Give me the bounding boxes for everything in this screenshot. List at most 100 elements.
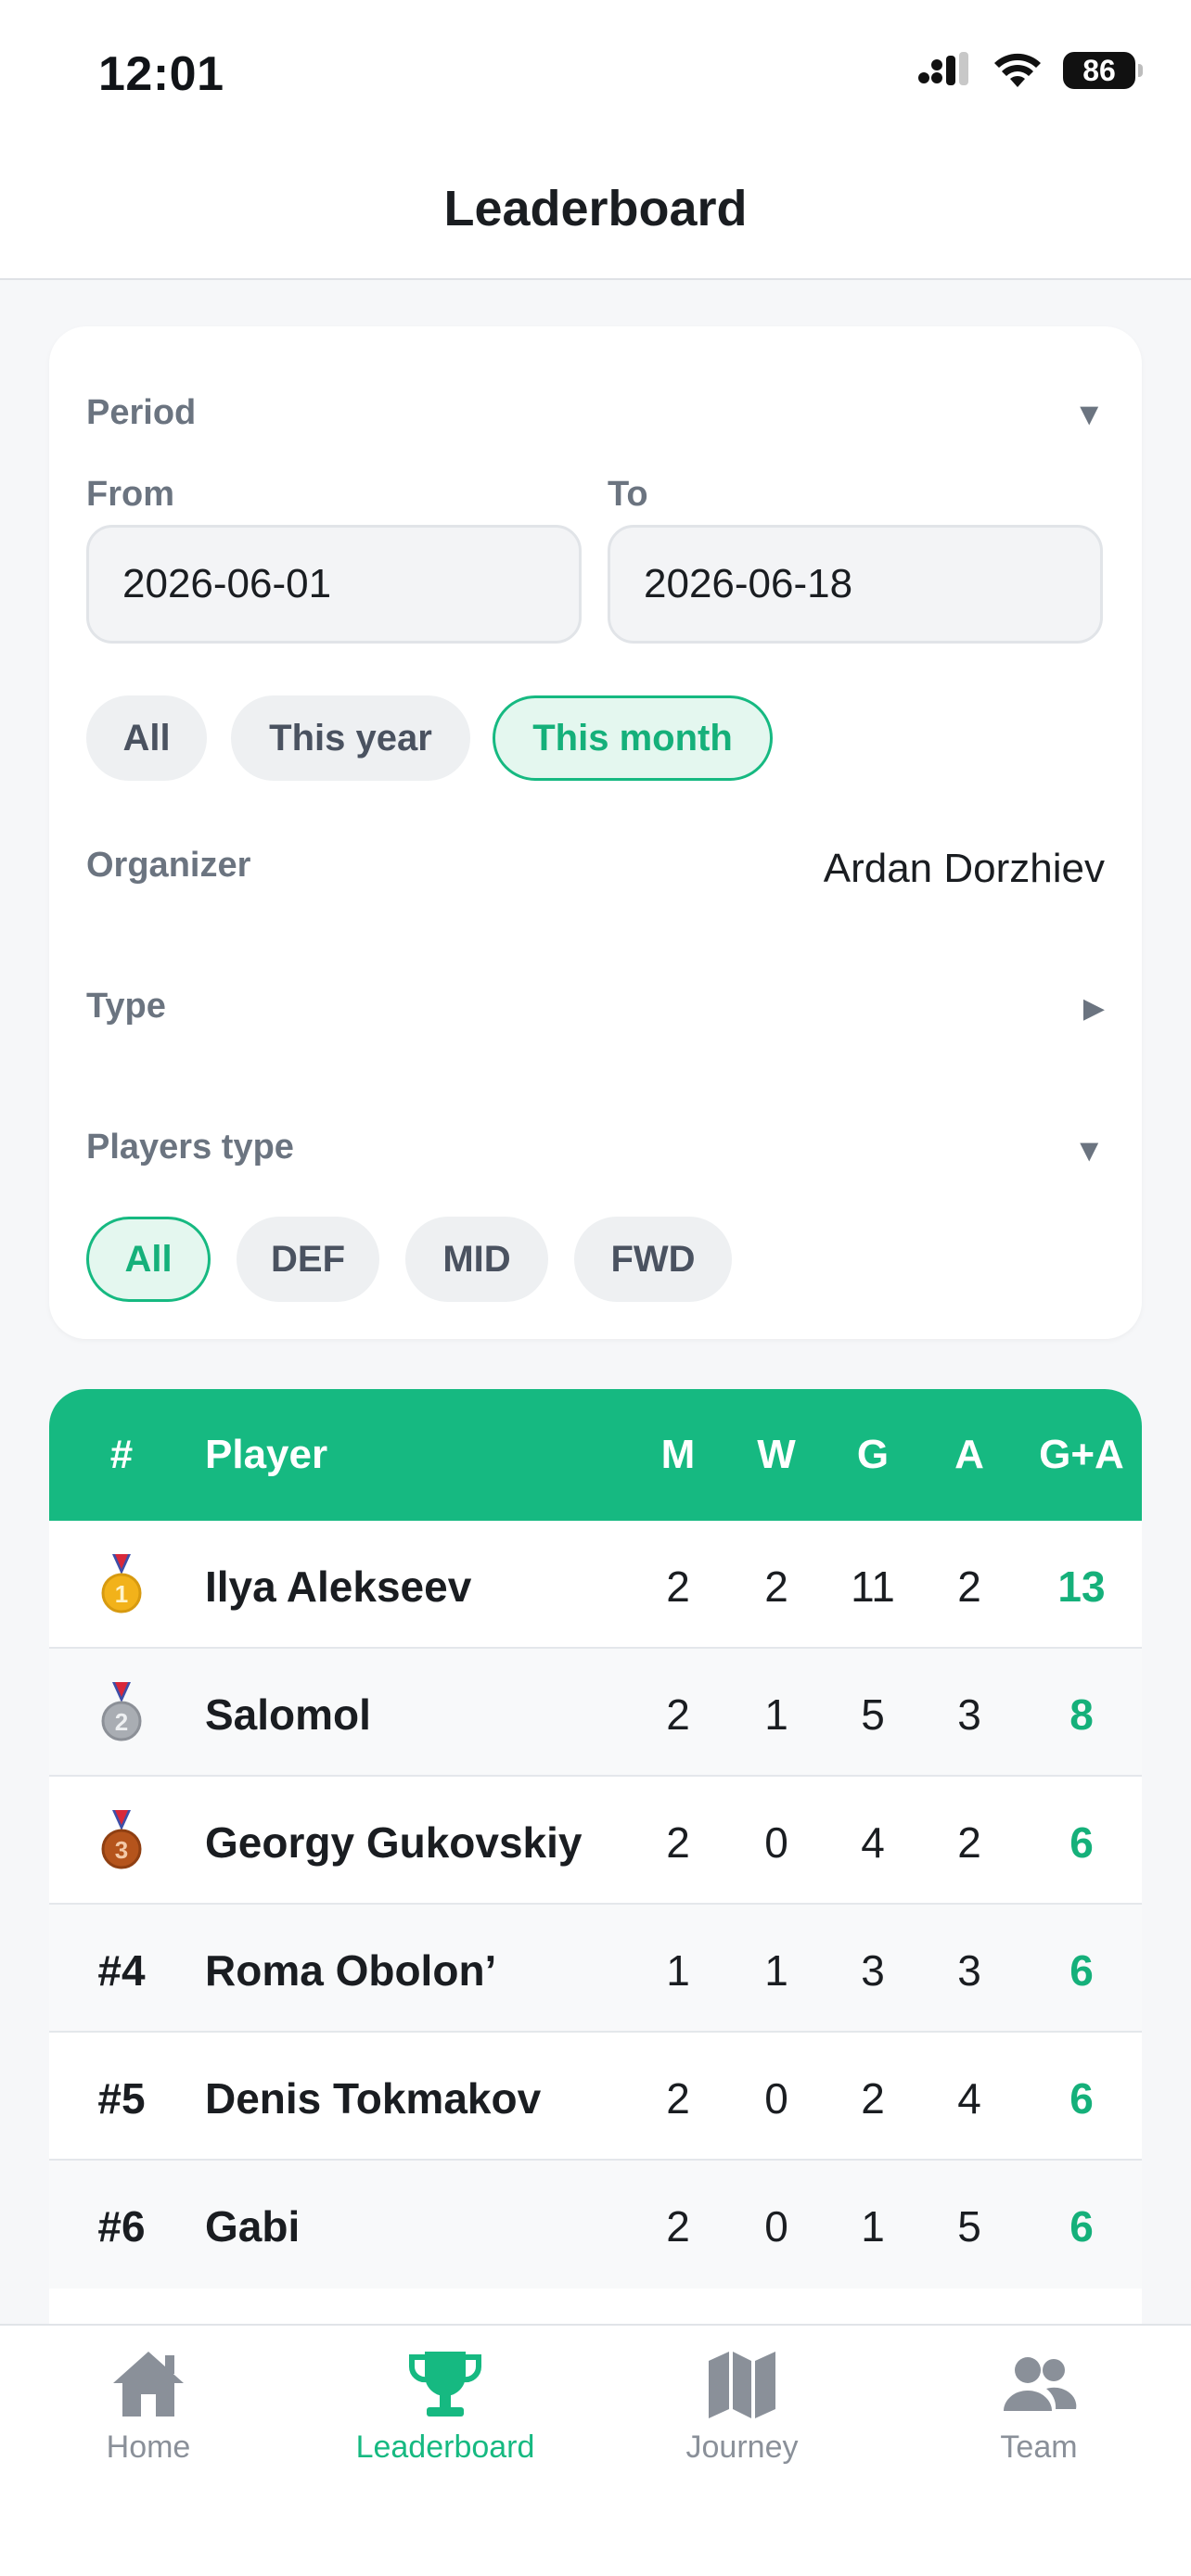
to-date-value: 2026-06-18	[644, 561, 853, 606]
player-name: Roma Obolon’	[205, 1946, 497, 1995]
cell-goals: 4	[861, 1818, 885, 1867]
header-goals-assists: G+A	[1039, 1432, 1124, 1477]
tab-team-label: Team	[1000, 2429, 1078, 2465]
cell-matches: 2	[666, 1562, 690, 1611]
period-chip-this-month[interactable]: This month	[493, 695, 773, 781]
table-row[interactable]: #4 Roma Obolon’ 1 1 3 3 6	[49, 1905, 1142, 2033]
table-row[interactable]: 2 Salomol 2 1 5 3 8	[49, 1649, 1142, 1777]
type-label: Type	[86, 987, 166, 1026]
trophy-icon	[408, 2352, 482, 2417]
cell-assists: 3	[957, 1690, 981, 1739]
organizer-label: Organizer	[86, 846, 251, 885]
cell-goals-assists: 8	[1069, 1690, 1094, 1739]
gold-medal-icon: 1	[101, 1554, 142, 1613]
players-type-label: Players type	[86, 1128, 294, 1167]
from-date-field[interactable]: 2026-06-01	[86, 525, 582, 644]
tab-home-label: Home	[106, 2429, 191, 2465]
table-row[interactable]: 1 Ilya Alekseev 2 2 11 2 13	[49, 1521, 1142, 1649]
svg-text:3: 3	[115, 1836, 128, 1864]
tab-leaderboard[interactable]: Leaderboard	[297, 2348, 594, 2466]
wifi-icon	[994, 53, 1041, 87]
player-name: Gabi	[205, 2202, 301, 2251]
cell-goals-assists: 6	[1069, 2074, 1094, 2123]
tab-journey-label: Journey	[685, 2429, 799, 2465]
table-header: # Player M W G A G+A	[49, 1389, 1142, 1521]
table-row[interactable]: #5 Denis Tokmakov 2 0 2 4 6	[49, 2033, 1142, 2161]
battery-level: 86	[1082, 53, 1116, 87]
cell-goals: 5	[861, 1690, 885, 1739]
tab-home[interactable]: Home	[0, 2348, 297, 2466]
period-collapse-caret-icon[interactable]: ▼	[1073, 397, 1105, 433]
cell-goals: 11	[851, 1562, 895, 1611]
cell-assists: 4	[957, 2074, 981, 2123]
header-matches: M	[660, 1432, 696, 1477]
cell-goals-assists: 6	[1069, 2202, 1094, 2251]
cell-wins: 0	[764, 2202, 788, 2251]
tab-bar: Home Leaderboard Journey Team	[0, 2324, 1191, 2576]
tab-leaderboard-label: Leaderboard	[355, 2429, 535, 2465]
battery-icon: 86	[1063, 52, 1143, 89]
cell-matches: 1	[666, 1946, 690, 1995]
players-type-collapse-caret-icon[interactable]: ▼	[1073, 1133, 1105, 1169]
to-date-field[interactable]: 2026-06-18	[608, 525, 1103, 644]
players-chip-all[interactable]: All	[86, 1217, 211, 1302]
cell-goals: 1	[861, 2202, 885, 2251]
team-icon	[1004, 2357, 1077, 2411]
rank-label: #4	[97, 1946, 146, 1995]
player-name: Georgy Gukovskiy	[205, 1818, 583, 1867]
cell-goals: 2	[861, 2074, 885, 2123]
nav-bar: Leaderboard	[0, 139, 1191, 280]
svg-text:2: 2	[115, 1708, 128, 1736]
status-time: 12:01	[98, 47, 224, 101]
period-chip-all[interactable]: All	[86, 695, 207, 781]
cell-goals: 3	[861, 1946, 885, 1995]
period-chip-this-year[interactable]: This year	[231, 695, 470, 781]
cell-goals-assists: 6	[1069, 1946, 1094, 1995]
period-label: Period	[86, 393, 197, 432]
table-row[interactable]: 3 Georgy Gukovskiy 2 0 4 2 6	[49, 1777, 1142, 1905]
type-expand-caret-icon[interactable]: ▶	[1083, 992, 1105, 1025]
status-icons: 86	[916, 52, 1143, 89]
header-player: Player	[205, 1432, 328, 1477]
cell-assists: 5	[957, 2202, 981, 2251]
silver-medal-icon: 2	[101, 1682, 142, 1741]
cell-assists: 2	[957, 1562, 981, 1611]
to-label: To	[608, 475, 648, 514]
header-assists: A	[954, 1432, 984, 1477]
cell-assists: 3	[957, 1946, 981, 1995]
cell-matches: 2	[666, 2202, 690, 2251]
cell-matches: 2	[666, 1818, 690, 1867]
header-rank: #	[109, 1432, 134, 1477]
cell-assists: 2	[957, 1818, 981, 1867]
home-icon	[113, 2352, 184, 2417]
rank-label: #6	[97, 2202, 146, 2251]
header-wins: W	[757, 1432, 796, 1477]
cell-wins: 0	[764, 1818, 788, 1867]
players-chip-mid[interactable]: MID	[405, 1217, 548, 1302]
from-label: From	[86, 475, 174, 514]
page-title: Leaderboard	[443, 181, 748, 236]
bronze-medal-icon: 3	[101, 1810, 142, 1869]
player-name: Ilya Alekseev	[205, 1562, 472, 1611]
table-row[interactable]: #6 Gabi 2 0 1 5 6	[49, 2161, 1142, 2289]
map-icon	[709, 2352, 775, 2418]
players-chip-fwd[interactable]: FWD	[574, 1217, 732, 1302]
tab-journey[interactable]: Journey	[594, 2348, 890, 2466]
player-name: Denis Tokmakov	[205, 2074, 542, 2123]
players-chip-def[interactable]: DEF	[237, 1217, 379, 1302]
organizer-value[interactable]: Ardan Dorzhiev	[824, 846, 1105, 892]
header-goals: G	[856, 1432, 890, 1477]
filter-card: Period ▼ From To 2026-06-01 2026-06-18 A…	[49, 326, 1142, 1339]
cell-matches: 2	[666, 2074, 690, 2123]
cell-wins: 1	[764, 1946, 788, 1995]
cell-goals-assists: 13	[1057, 1562, 1106, 1611]
leaderboard-table: # Player M W G A G+A 1 Ilya Alekseev 2 2…	[49, 1389, 1142, 2324]
tab-team[interactable]: Team	[890, 2348, 1187, 2466]
cell-wins: 1	[764, 1690, 788, 1739]
rank-label: #5	[97, 2074, 146, 2123]
cell-wins: 2	[764, 1562, 788, 1611]
cellular-signal-icon	[918, 52, 968, 85]
svg-text:1: 1	[115, 1580, 128, 1608]
cell-matches: 2	[666, 1690, 690, 1739]
player-name: Salomol	[205, 1690, 371, 1739]
